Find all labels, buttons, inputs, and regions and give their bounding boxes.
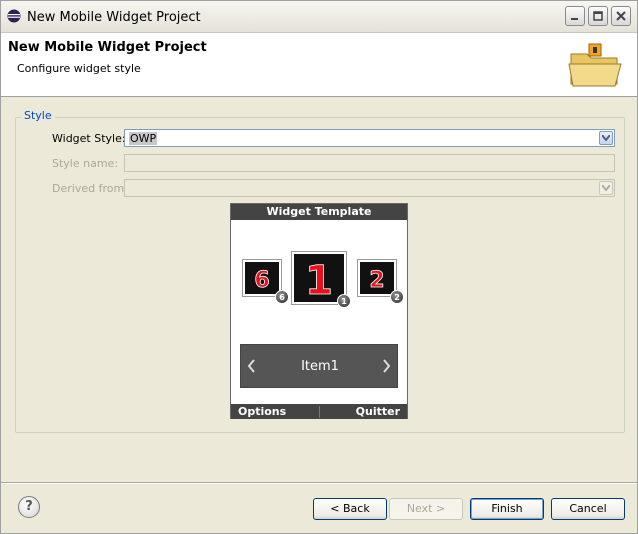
cancel-button[interactable]: Cancel [551, 498, 625, 520]
tile-right-digit: 2 [369, 268, 384, 293]
chevron-down-icon[interactable] [599, 131, 613, 145]
widget-style-label: Widget Style: [52, 132, 126, 145]
tile-center-badge: 1 [337, 294, 351, 308]
maximize-button[interactable] [588, 6, 608, 26]
tile-left-digit: 6 [254, 268, 269, 293]
button-bar-separator [1, 482, 637, 484]
carousel-bar: Item1 [240, 344, 398, 388]
carousel-item-label: Item1 [301, 359, 339, 374]
derived-from-label: Derived from: [52, 182, 128, 195]
chevron-down-icon [599, 181, 613, 195]
next-button[interactable]: Next > [389, 498, 463, 520]
tile-center: 1 1 [292, 252, 351, 308]
maximize-icon [593, 11, 603, 21]
close-icon [616, 11, 626, 21]
back-button[interactable]: < Back [313, 498, 387, 520]
eclipse-icon [7, 9, 21, 23]
widget-template-preview: Widget Template 6 6 1 1 2 2 Item1 Option… [230, 203, 408, 419]
title-bar[interactable]: New Mobile Widget Project [1, 1, 637, 33]
softkey-options: Options [238, 405, 287, 418]
wizard-banner: New Mobile Widget Project Configure widg… [1, 33, 637, 97]
tile-right: 2 2 [358, 260, 404, 304]
chevron-right-icon [383, 359, 391, 376]
minimize-button[interactable] [565, 6, 585, 26]
help-icon[interactable]: ? [18, 496, 40, 518]
style-name-field [124, 154, 615, 172]
tile-center-digit: 1 [305, 258, 333, 302]
wizard-window: New Mobile Widget Project New Mobile Wid… [0, 0, 638, 534]
style-group-label: Style [21, 109, 55, 122]
widget-style-combo[interactable]: OWP [124, 129, 615, 147]
minimize-icon [571, 18, 578, 20]
style-name-label: Style name: [52, 157, 119, 170]
preview-header: Widget Template [231, 204, 407, 220]
softkey-divider [319, 406, 320, 418]
banner-subtitle: Configure widget style [17, 62, 141, 75]
tile-right-badge: 2 [390, 290, 404, 304]
derived-from-combo [124, 179, 615, 197]
banner-title: New Mobile Widget Project [8, 40, 207, 55]
window-title: New Mobile Widget Project [27, 10, 201, 25]
tile-left-badge: 6 [275, 290, 289, 304]
tile-left: 6 6 [243, 260, 289, 304]
softkey-quitter: Quitter [355, 405, 400, 418]
close-button[interactable] [611, 6, 631, 26]
softkey-bar: Options Quitter [231, 404, 407, 419]
folder-wizard-icon [565, 40, 625, 90]
finish-button[interactable]: Finish [470, 498, 544, 520]
widget-style-value: OWP [129, 132, 158, 145]
